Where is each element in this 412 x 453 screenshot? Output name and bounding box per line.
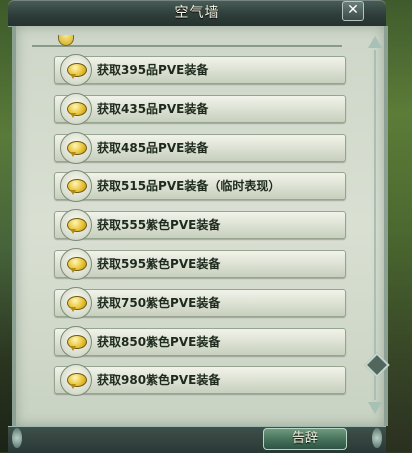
bubble-tail	[70, 306, 76, 312]
scroll-knob-right-icon	[372, 428, 382, 448]
dialog-option[interactable]: 获取980紫色PVE装备	[54, 364, 346, 397]
bubble-tail	[70, 384, 76, 390]
npc-dialog-window: 空气墙 ✕ 获取395品PVE装备 获取435品PVE装备 获取485品PVE装备获…	[8, 0, 390, 453]
dialog-option[interactable]: 获取515品PVE装备（临时表现）	[54, 170, 346, 203]
dialog-option[interactable]: 获取435品PVE装备	[54, 92, 346, 125]
close-button[interactable]: ✕	[342, 1, 364, 21]
farewell-button[interactable]: 告辞	[263, 428, 347, 450]
scrollbar[interactable]	[364, 36, 390, 416]
dialog-option[interactable]: 获取555紫色PVE装备	[54, 209, 346, 242]
bubble-tail	[70, 345, 76, 351]
close-icon: ✕	[347, 2, 359, 18]
bubble-tail	[70, 112, 76, 118]
dialog-option-label: 获取750紫色PVE装备	[97, 295, 221, 310]
speech-bubble-icon	[60, 170, 92, 203]
scroll-up-arrow-icon[interactable]	[368, 36, 382, 48]
speech-bubble-icon	[60, 92, 92, 125]
dialog-option[interactable]: 获取595紫色PVE装备	[54, 248, 346, 280]
speech-bubble-icon	[60, 209, 92, 242]
bubble-tail	[70, 190, 76, 196]
bubble-tail	[70, 268, 76, 273]
dialog-option[interactable]: 获取395品PVE装备	[54, 54, 346, 86]
bubble-tail	[70, 151, 76, 157]
dialog-option[interactable]: 获取850紫色PVE装备	[54, 325, 346, 358]
bubble-tail	[70, 229, 76, 235]
option-list: 获取395品PVE装备 获取435品PVE装备 获取485品PVE装备获取515品P…	[22, 35, 352, 420]
window-title: 空气墙	[174, 5, 220, 21]
speech-bubble-icon	[60, 248, 92, 280]
dialog-option-label: 获取850紫色PVE装备	[97, 334, 221, 349]
speech-bubble-icon	[60, 286, 92, 319]
dialog-option-label: 获取435品PVE装备	[97, 101, 209, 116]
scroll-track[interactable]	[374, 50, 376, 400]
speech-bubble-icon	[60, 54, 92, 86]
dialog-option[interactable]: 获取485品PVE装备	[54, 131, 346, 164]
dialog-option-label: 获取395品PVE装备	[97, 63, 209, 77]
dialog-option-label: 获取555紫色PVE装备	[97, 218, 221, 233]
dialog-option-label: 获取515品PVE装备（临时表现）	[97, 179, 281, 194]
scroll-down-arrow-icon[interactable]	[368, 402, 382, 414]
speech-bubble-icon	[60, 325, 92, 358]
dialog-option[interactable]: 获取750紫色PVE装备	[54, 286, 346, 319]
speech-bubble-icon	[60, 131, 92, 164]
bubble-tail	[70, 74, 76, 79]
dialog-option-label: 获取980紫色PVE装备	[97, 373, 221, 388]
scroll-knob-left-icon	[12, 428, 22, 448]
dialog-option-label: 获取595紫色PVE装备	[97, 257, 221, 271]
list-top-divider	[32, 45, 342, 47]
speech-bubble-icon	[60, 364, 92, 397]
dialog-option-label: 获取485品PVE装备	[97, 140, 209, 155]
